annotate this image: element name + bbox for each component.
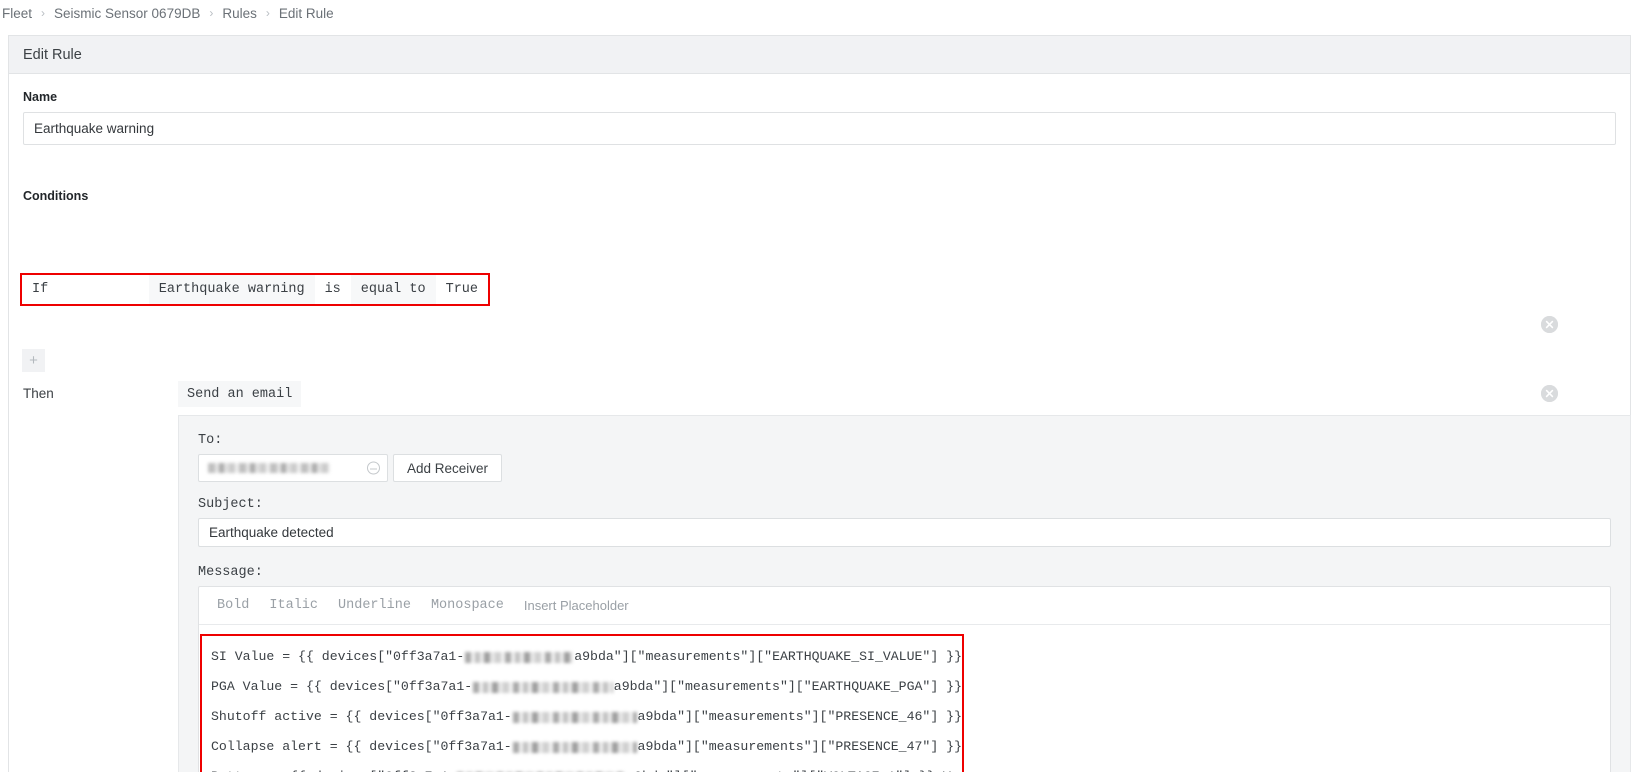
breadcrumb-separator-icon: ›: [209, 5, 214, 20]
delete-condition-icon[interactable]: [1541, 316, 1558, 333]
message-line-prefix: Battery = {{ devices["0ff3a7a1-: [211, 762, 456, 772]
subject-label: Subject:: [198, 497, 263, 512]
condition-variable-select[interactable]: Earthquake warning: [148, 275, 315, 304]
condition-value-input[interactable]: True: [435, 275, 488, 304]
breadcrumb: Fleet › Seismic Sensor 0679DB › Rules › …: [0, 0, 1639, 27]
message-line-suffix: a9bda"]["measurements"]["EARTHQUAKE_SI_V…: [574, 649, 962, 664]
edit-rule-page: Fleet › Seismic Sensor 0679DB › Rules › …: [0, 0, 1639, 772]
page-title: Edit Rule: [23, 46, 82, 63]
card-body: Name Conditions If Earthquake warning is…: [9, 90, 1631, 772]
name-input-wrap: [9, 104, 1630, 145]
message-line: Battery = {{ devices["0ff3a7a1- a9bda"]["…: [202, 762, 962, 772]
message-body[interactable]: SI Value = {{ devices["0ff3a7a1- a9bda"][…: [202, 642, 962, 772]
message-editor: Bold Italic Underline Monospace Insert P…: [198, 586, 1611, 772]
device-id-redacted: [512, 741, 637, 753]
message-body-highlight: SI Value = {{ devices["0ff3a7a1- a9bda"][…: [200, 634, 964, 772]
message-line: SI Value = {{ devices["0ff3a7a1- a9bda"][…: [202, 642, 962, 672]
recipient-email-redacted: [208, 463, 330, 473]
breadcrumb-item-device[interactable]: Seismic Sensor 0679DB: [54, 6, 200, 21]
to-label: To:: [198, 433, 223, 448]
add-condition-button[interactable]: +: [22, 349, 45, 372]
breadcrumb-item-fleet[interactable]: Fleet: [2, 6, 32, 21]
message-line-suffix: a9bda"]["measurements"]["PRESENCE_46"] }…: [637, 709, 962, 724]
bold-button[interactable]: Bold: [217, 598, 249, 613]
condition-row: If Earthquake warning is equal to True: [22, 275, 488, 304]
condition-if-label: If: [22, 275, 149, 304]
subject-input[interactable]: [198, 518, 1611, 547]
to-row: Add Receiver: [198, 454, 1611, 482]
breadcrumb-separator-icon: ›: [41, 5, 46, 20]
add-receiver-button[interactable]: Add Receiver: [393, 454, 503, 482]
card-header: Edit Rule: [9, 36, 1630, 74]
message-line-prefix: Collapse alert = {{ devices["0ff3a7a1-: [211, 739, 512, 754]
condition-is-label: is: [314, 275, 351, 304]
message-line-suffix: a9bda"]["measurements"]["PRESENCE_47"] }…: [637, 739, 962, 754]
delete-action-icon[interactable]: [1541, 385, 1558, 402]
device-id-redacted: [473, 681, 613, 693]
then-action-select[interactable]: Send an email: [178, 381, 302, 407]
breadcrumb-item-edit-rule: Edit Rule: [278, 6, 334, 21]
italic-button[interactable]: Italic: [269, 598, 318, 613]
breadcrumb-separator-icon: ›: [265, 5, 270, 20]
condition-row-highlight: If Earthquake warning is equal to True: [20, 273, 490, 306]
rule-name-input[interactable]: [23, 112, 1616, 145]
breadcrumb-item-rules[interactable]: Rules: [222, 6, 257, 21]
underline-button[interactable]: Underline: [338, 598, 411, 613]
message-line-prefix: SI Value = {{ devices["0ff3a7a1-: [211, 649, 465, 664]
recipient-chip[interactable]: [198, 454, 388, 482]
editor-toolbar: Bold Italic Underline Monospace Insert P…: [199, 587, 1610, 625]
minus-circle-icon[interactable]: [367, 461, 380, 475]
message-line: Shutoff active = {{ devices["0ff3a7a1- a9…: [202, 702, 962, 732]
message-line-suffix: a9bda"]["measurements"]["EARTHQUAKE_PGA"…: [613, 679, 962, 694]
then-label: Then: [23, 386, 54, 401]
message-label: Message:: [198, 565, 263, 580]
conditions-label: Conditions: [23, 189, 89, 203]
name-label: Name: [23, 90, 58, 104]
message-line: Collapse alert = {{ devices["0ff3a7a1- a9…: [202, 732, 962, 762]
message-line-prefix: PGA Value = {{ devices["0ff3a7a1-: [211, 679, 473, 694]
email-action-panel: To: Add Receiver Subject: Message: Bold …: [178, 415, 1631, 772]
message-line-prefix: Shutoff active = {{ devices["0ff3a7a1-: [211, 709, 512, 724]
insert-placeholder-button[interactable]: Insert Placeholder: [524, 598, 629, 613]
condition-operator-select[interactable]: equal to: [350, 275, 436, 304]
device-id-redacted: [465, 651, 574, 663]
monospace-button[interactable]: Monospace: [431, 598, 504, 613]
message-line: PGA Value = {{ devices["0ff3a7a1- a9bda"]…: [202, 672, 962, 702]
edit-rule-card: Edit Rule Name Conditions If Earthquake …: [8, 35, 1631, 772]
message-line-suffix: a9bda"]["measurements"]["VOLTAGE_1"] }} …: [626, 762, 950, 772]
device-id-redacted: [512, 711, 637, 723]
